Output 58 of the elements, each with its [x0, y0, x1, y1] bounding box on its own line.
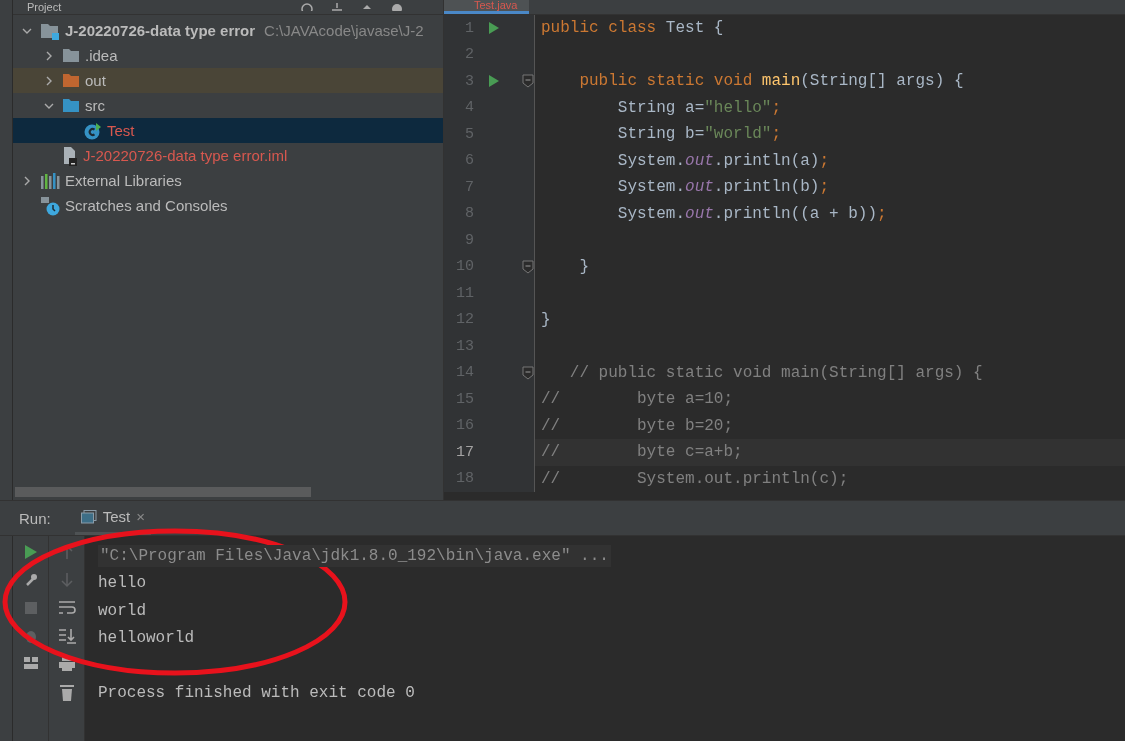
console-exit-message: Process finished with exit code 0	[98, 684, 415, 703]
fold-icon[interactable]	[522, 365, 534, 380]
fold-icon[interactable]	[522, 259, 534, 274]
file-icon	[62, 145, 78, 166]
folder-icon	[62, 98, 80, 113]
settings-icon[interactable]	[391, 3, 403, 11]
class-icon	[84, 121, 102, 140]
module-folder-icon	[40, 21, 60, 40]
chevron-icon[interactable]	[44, 50, 54, 61]
code-line: // System.out.println(c);	[540, 469, 849, 488]
run-icon[interactable]	[488, 21, 500, 36]
code-line: // byte a=10;	[540, 390, 734, 409]
panel-title[interactable]: Project	[27, 1, 62, 13]
console-output: world	[98, 601, 146, 620]
console-icon	[80, 509, 97, 524]
scrollbar[interactable]	[15, 487, 311, 497]
fold-icon[interactable]	[522, 74, 534, 89]
tree-item[interactable]: .idea	[13, 43, 443, 68]
tree-item[interactable]: Test	[13, 118, 443, 143]
trash-icon[interactable]	[58, 684, 75, 702]
code-line: System.out.println(a);	[616, 151, 830, 170]
code-line: }	[540, 310, 551, 329]
line-number: 17	[455, 443, 474, 461]
folder-icon	[62, 48, 80, 63]
tree-item[interactable]: J-20220726-data type error C:\JAVAcode\javase\J-2	[13, 18, 443, 43]
layout-icon[interactable]	[22, 656, 39, 670]
soft-wrap-icon[interactable]	[57, 600, 76, 616]
console-command: "C:\Program Files\Java\jdk1.8.0_192\bin\java.exe" ...	[98, 544, 611, 567]
run-icon[interactable]	[488, 74, 500, 89]
libraries-icon	[40, 172, 60, 189]
run-icon[interactable]	[23, 544, 38, 560]
code-line: // byte b=20;	[540, 416, 734, 435]
console-output: helloworld	[98, 629, 194, 648]
code-line: String a="hello";	[616, 98, 782, 117]
code-line: // public static void main(String[] args) {	[568, 363, 983, 382]
close-icon[interactable]: ×	[136, 508, 145, 525]
chevron-icon[interactable]	[44, 75, 54, 86]
code-line: String b="world";	[616, 125, 782, 144]
code-line: }	[578, 257, 589, 276]
code-line: System.out.println(b);	[616, 178, 830, 197]
scroll-to-end-icon[interactable]	[57, 628, 76, 644]
code-line: public static void main(String[] args) {	[578, 72, 964, 91]
code-line: System.out.println((a + b));	[616, 204, 887, 223]
tree-item[interactable]: out	[13, 68, 443, 93]
folder-icon	[62, 73, 80, 88]
print-icon[interactable]	[57, 656, 76, 672]
code-line: public class Test {	[540, 19, 724, 38]
project-path: C:\JAVAcode\javase\J-2	[264, 22, 424, 39]
tree-item[interactable]: External Libraries	[13, 168, 443, 193]
code-line: // byte c=a+b;	[540, 443, 743, 462]
tree-item[interactable]: src	[13, 93, 443, 118]
tree-item[interactable]: Scratches and Consoles	[13, 193, 443, 218]
scratches-icon	[40, 195, 60, 216]
run-label: Run:	[19, 509, 51, 527]
chevron-icon[interactable]	[22, 175, 32, 186]
arrow-up-icon[interactable]	[361, 3, 373, 11]
console-output: hello	[98, 574, 146, 593]
collapse-icon[interactable]	[331, 3, 343, 11]
